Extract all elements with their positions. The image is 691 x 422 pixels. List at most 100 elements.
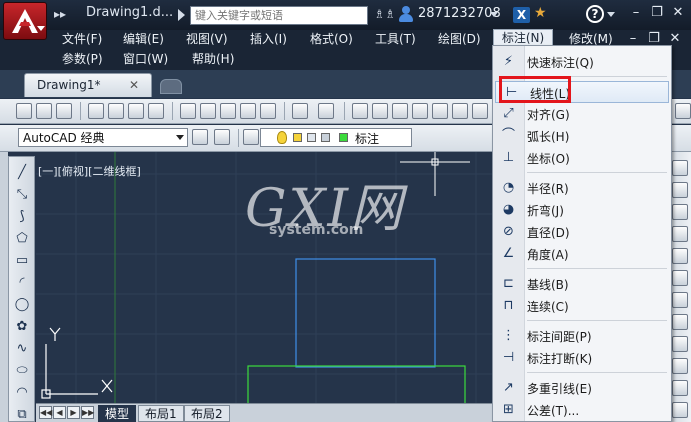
user-icon[interactable]	[398, 6, 414, 23]
menu-parametric[interactable]: 参数(P)	[60, 51, 105, 67]
paste-icon[interactable]	[220, 103, 236, 119]
menu-tools[interactable]: 工具(T)	[373, 31, 418, 47]
search-input[interactable]	[190, 6, 368, 25]
tool-palettes-icon[interactable]	[472, 103, 488, 119]
prev-layout-button[interactable]: ◀	[53, 406, 66, 419]
3d-dwf-icon[interactable]	[148, 103, 164, 119]
undo-icon[interactable]	[292, 103, 308, 119]
help-icon[interactable]: ?	[586, 5, 604, 23]
customize-icon[interactable]	[214, 129, 230, 145]
help-dropdown-icon[interactable]	[607, 12, 615, 17]
menu-file[interactable]: 文件(F)	[60, 31, 104, 47]
next-layout-button[interactable]: ▶	[67, 406, 80, 419]
layer-properties-icon[interactable]	[243, 129, 259, 145]
trim-icon[interactable]	[672, 358, 688, 374]
cut-icon[interactable]	[180, 103, 196, 119]
menu-item-ordinate[interactable]: ⊥ 坐标(O)	[493, 147, 671, 169]
menu-item-multileader[interactable]: ↗ 多重引线(E)	[493, 377, 671, 399]
first-layout-button[interactable]: ◀◀	[39, 406, 52, 419]
offset-icon[interactable]	[672, 226, 688, 242]
menu-edit[interactable]: 编辑(E)	[121, 31, 166, 47]
app-menu-button[interactable]	[3, 2, 47, 40]
menu-item-continue[interactable]: ⊓ 连续(C)	[493, 295, 671, 317]
new-tab-button[interactable]	[160, 79, 182, 94]
save-icon[interactable]	[56, 103, 72, 119]
layer-select[interactable]	[260, 128, 412, 147]
move-icon[interactable]	[672, 270, 688, 286]
user-id[interactable]: 2871232708	[418, 6, 501, 21]
properties-icon[interactable]	[432, 103, 448, 119]
construction-line-icon[interactable]: ⤡	[14, 187, 30, 203]
copy-icon[interactable]	[200, 103, 216, 119]
array-icon[interactable]	[672, 248, 688, 264]
zoom-previous-icon[interactable]	[412, 103, 428, 119]
spline-icon[interactable]: ∿	[14, 341, 30, 357]
stretch-icon[interactable]	[672, 336, 688, 352]
menu-item-dim-space[interactable]: ⋮ 标注间距(P)	[493, 325, 671, 347]
workspace-settings-icon[interactable]	[192, 129, 208, 145]
copy-object-icon[interactable]	[672, 182, 688, 198]
exchange-icon[interactable]: X	[513, 7, 530, 23]
menu-item-quick-dimension[interactable]: ⚡ 快速标注(Q)	[493, 51, 671, 73]
text-style-icon[interactable]	[675, 103, 691, 119]
pan-icon[interactable]	[352, 103, 368, 119]
last-layout-button[interactable]: ▶▶	[81, 406, 94, 419]
block-editor-icon[interactable]	[260, 103, 276, 119]
new-file-icon[interactable]	[16, 103, 32, 119]
scale-icon[interactable]	[672, 314, 688, 330]
workspace-select[interactable]: AutoCAD 经典	[18, 128, 188, 147]
publish-icon[interactable]	[128, 103, 144, 119]
zoom-realtime-icon[interactable]	[372, 103, 388, 119]
redo-icon[interactable]	[318, 103, 334, 119]
close-button[interactable]: ✕	[669, 4, 687, 22]
open-file-icon[interactable]	[36, 103, 52, 119]
ellipse-arc-icon[interactable]: ◠	[14, 385, 30, 401]
mirror-icon[interactable]	[672, 204, 688, 220]
revision-cloud-icon[interactable]: ✿	[14, 319, 30, 335]
minimize-button[interactable]: –	[627, 4, 645, 22]
polyline-icon[interactable]: ⟆	[14, 209, 30, 225]
menu-item-aligned-dimension[interactable]: ⤢ 对齐(G)	[493, 103, 671, 125]
rotate-icon[interactable]	[672, 292, 688, 308]
restore-button[interactable]: ❐	[648, 4, 666, 22]
menu-item-dim-break[interactable]: ⊣ 标注打断(K)	[493, 347, 671, 369]
star-icon[interactable]: ★	[534, 5, 547, 21]
menu-item-angular[interactable]: ∠ 角度(A)	[493, 243, 671, 265]
binoculars-icon[interactable]: ♗♗	[374, 7, 396, 21]
menu-item-arc-length[interactable]: ⌒ 弧长(H)	[493, 125, 671, 147]
print-icon[interactable]	[88, 103, 104, 119]
menu-item-baseline[interactable]: ⊏ 基线(B)	[493, 273, 671, 295]
menu-view[interactable]: 视图(V)	[184, 31, 230, 47]
close-tab-icon[interactable]: ✕	[129, 78, 139, 92]
menu-item-tolerance[interactable]: ⊞ 公差(T)...	[493, 399, 671, 421]
arc-icon[interactable]: ◜	[14, 275, 30, 291]
ellipse-icon[interactable]: ⬭	[14, 363, 30, 379]
menu-help[interactable]: 帮助(H)	[190, 51, 236, 67]
line-icon[interactable]: ╱	[14, 165, 30, 181]
file-tab-drawing1[interactable]: Drawing1* ✕	[24, 73, 152, 97]
insert-block-icon[interactable]: ⧉	[14, 407, 30, 422]
tab-layout2[interactable]: 布局2	[184, 405, 230, 422]
match-properties-icon[interactable]	[240, 103, 256, 119]
menu-draw[interactable]: 绘图(D)	[436, 31, 483, 47]
break-icon[interactable]	[672, 402, 688, 418]
play-arrow-icon[interactable]	[178, 9, 185, 21]
tab-layout1[interactable]: 布局1	[138, 405, 184, 422]
tab-model[interactable]: 模型	[98, 405, 137, 422]
rectangle-icon[interactable]: ▭	[14, 253, 30, 269]
polygon-icon[interactable]: ⬠	[14, 231, 30, 247]
menu-format[interactable]: 格式(O)	[308, 31, 355, 47]
design-center-icon[interactable]	[452, 103, 468, 119]
menu-item-jogged[interactable]: ◕ 折弯(J)	[493, 199, 671, 221]
menu-insert[interactable]: 插入(I)	[248, 31, 289, 47]
quick-access-toolbar-expand-icon[interactable]: ▸▸	[54, 7, 66, 21]
menu-window[interactable]: 窗口(W)	[121, 51, 170, 67]
user-dropdown-icon[interactable]	[490, 12, 498, 17]
zoom-window-icon[interactable]	[392, 103, 408, 119]
circle-icon[interactable]: ◯	[14, 297, 30, 313]
menu-item-diameter[interactable]: ⊘ 直径(D)	[493, 221, 671, 243]
erase-icon[interactable]	[672, 160, 688, 176]
print-preview-icon[interactable]	[108, 103, 124, 119]
menu-item-radius[interactable]: ◔ 半径(R)	[493, 177, 671, 199]
viewport-controls-label[interactable]: [一][俯视][二维线框]	[38, 163, 141, 179]
